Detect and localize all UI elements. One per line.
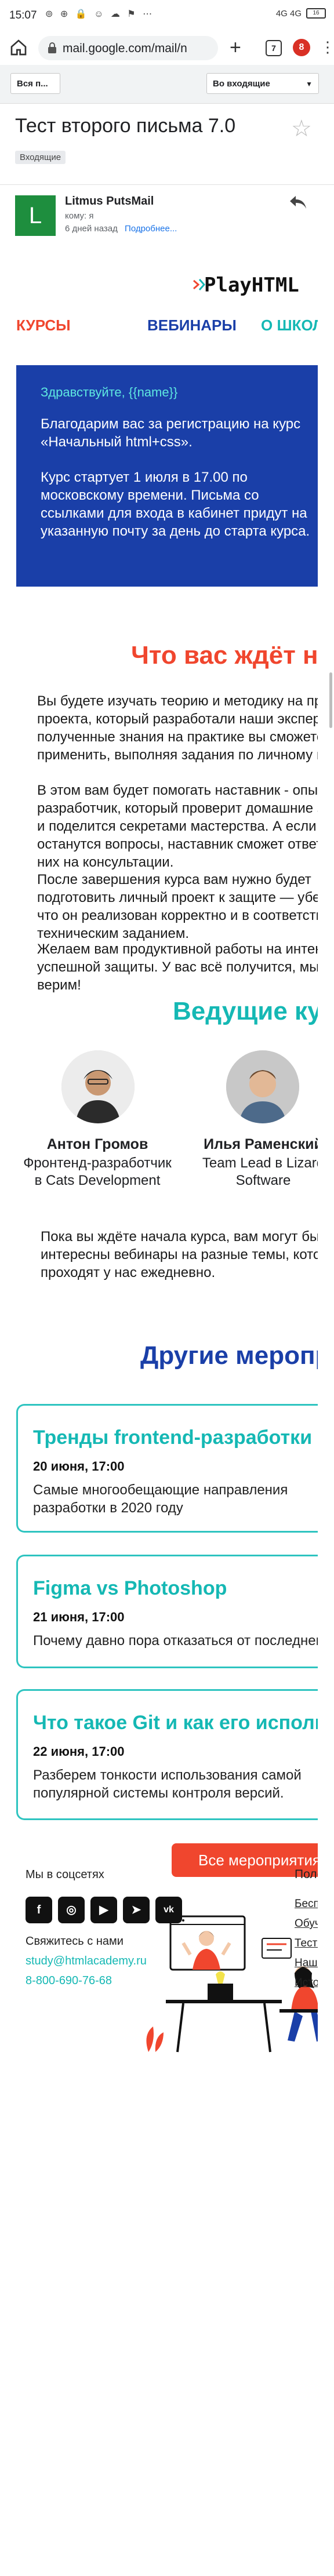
battery-icon: 16 xyxy=(306,8,326,19)
teacher-photo-1 xyxy=(61,1050,135,1123)
useful-links-title: Полезное xyxy=(295,1868,318,1881)
reply-icon[interactable] xyxy=(288,194,308,211)
event-title-2: Figma vs Photoshop xyxy=(33,1577,227,1599)
logo-mark-icon xyxy=(193,279,205,290)
brand-logo[interactable]: PlayHTML xyxy=(204,274,299,297)
new-tab-icon[interactable]: + xyxy=(230,38,241,57)
teacher-photo-2 xyxy=(226,1050,299,1123)
message-subject: Тест второго письма 7.0 xyxy=(15,115,236,137)
expect-paragraph-1: Вы будете изучать теорию и методику на п… xyxy=(37,693,318,763)
event-card-2[interactable]: Figma vs Photoshop 21 июня, 17:00 Почему… xyxy=(16,1555,318,1668)
instagram-icon[interactable]: ◎ xyxy=(58,1897,85,1923)
message-date: 6 дней назад Подробнее... xyxy=(65,224,177,234)
network-indicator: 4G 4G xyxy=(275,8,302,19)
event-title-3: Что такое Git и как его использовать xyxy=(33,1712,318,1734)
nav-courses[interactable]: КУРСЫ xyxy=(16,316,71,334)
nav-webinars[interactable]: ВЕБИНАРЫ xyxy=(147,316,237,334)
teacher-name-2: Илья Раменский xyxy=(204,1136,318,1152)
facebook-icon[interactable]: f xyxy=(26,1897,52,1923)
expect-title: Что вас ждёт на курсе xyxy=(131,641,318,670)
date-text: 6 дней назад xyxy=(65,224,118,234)
event-desc-3: Разберем тонкости использования самой по… xyxy=(33,1767,302,1801)
workspace-illustration-icon xyxy=(146,1915,318,2053)
events-title: Другие мероприятия xyxy=(140,1341,318,1370)
move-to-inbox-label: Во входящие xyxy=(213,79,270,89)
event-card-1[interactable]: Тренды frontend-разработки 20 июня, 17:0… xyxy=(16,1404,318,1533)
expect-paragraph-3: После завершения курса вам нужно будет п… xyxy=(37,872,318,941)
url-text: mail.google.com/mail/n xyxy=(63,42,187,55)
vk-icon[interactable]: vk xyxy=(155,1897,182,1923)
teacher-role-1: Фронтенд-разработчик в Cats Development xyxy=(23,1155,172,1188)
avatar-illustration-icon xyxy=(61,1050,135,1123)
status-right: 4G 4G 16 xyxy=(276,8,326,19)
teacher-role-2: Team Lead в Lizard Software xyxy=(202,1155,318,1188)
sender-avatar: L xyxy=(15,195,56,236)
footer-link-2[interactable]: Обучение xyxy=(295,1918,318,1930)
teachers-title: Ведущие курса xyxy=(173,997,318,1025)
lock-icon xyxy=(48,42,56,53)
hero-block: Здравствуйте, {{name}} Благодарим вас за… xyxy=(16,365,318,587)
status-bar: 15:07 ⊚ ⊕ 🔒 ☺ ☁ ⚑ ⋯ 4G 4G 16 xyxy=(0,0,334,31)
address-bar[interactable]: mail.google.com/mail/n xyxy=(38,36,218,60)
gmail-toolbar: Вся п... Во входящие ▼ xyxy=(0,65,334,104)
details-link[interactable]: Подробнее... xyxy=(125,224,177,234)
tab-switcher-button[interactable]: 7 xyxy=(266,40,282,56)
social-title: Мы в соцсетях xyxy=(26,1868,104,1881)
clock: 15:07 xyxy=(9,9,37,21)
extension-badge[interactable]: 8 xyxy=(293,39,310,56)
youtube-icon[interactable]: ▶ xyxy=(90,1897,117,1923)
recipient-line: кому: я xyxy=(65,211,94,221)
browser-toolbar: mail.google.com/mail/n + 7 8 ⋮ xyxy=(0,31,334,65)
event-desc-2: Почему давно пора отказаться от последне… xyxy=(33,1633,318,1649)
expect-paragraph-4: Желаем вам продуктивной работы на интенс… xyxy=(37,941,318,993)
more-menu-icon[interactable]: ⋮ xyxy=(320,39,334,54)
event-title-1: Тренды frontend-разработки xyxy=(33,1427,313,1449)
event-desc-1: Самые многообещающие направления разрабо… xyxy=(33,1482,288,1516)
teacher-name-1: Антон Громов xyxy=(46,1136,148,1152)
event-date-1: 20 июня, 17:00 xyxy=(33,1459,125,1473)
divider xyxy=(0,184,334,185)
folder-button[interactable]: Вся п... xyxy=(10,73,60,94)
sender-name: Litmus PutsMail xyxy=(65,195,154,208)
label-chip[interactable]: Входящие xyxy=(15,151,66,164)
move-to-inbox-button[interactable]: Во входящие ▼ xyxy=(206,73,319,94)
event-card-3[interactable]: Что такое Git и как его использовать 22 … xyxy=(16,1689,318,1820)
star-icon[interactable]: ☆ xyxy=(291,117,312,140)
nav-about[interactable]: О ШКОЛЕ xyxy=(261,316,318,334)
email-body: PlayHTML КУРСЫ ВЕБИНАРЫ О ШКОЛЕ Здравств… xyxy=(15,243,318,2446)
telegram-icon[interactable]: ➤ xyxy=(123,1897,150,1923)
avatar-illustration-icon xyxy=(226,1050,299,1123)
home-icon[interactable] xyxy=(9,38,28,57)
hero-paragraph-2: Курс стартует 1 июля в 17.00 по московск… xyxy=(41,470,310,539)
page-scrollbar[interactable] xyxy=(329,672,332,728)
footer-link-1[interactable]: Бесплатные xyxy=(295,1898,318,1911)
chevron-down-icon: ▼ xyxy=(306,80,313,88)
expect-paragraph-2: В этом вам будет помогать наставник - оп… xyxy=(37,783,318,870)
footer-link-5[interactable]: История xyxy=(295,1977,318,1989)
event-date-3: 22 июня, 17:00 xyxy=(33,1744,125,1759)
footer-link-3[interactable]: Тесты xyxy=(295,1937,318,1950)
contact-title: Свяжитесь с нами xyxy=(26,1935,124,1948)
contact-email-link[interactable]: study@htmlacademy.ru xyxy=(26,1955,147,1968)
event-date-2: 21 июня, 17:00 xyxy=(33,1610,125,1624)
teachers-note: Пока вы ждёте начала курса, вам могут бы… xyxy=(41,1229,318,1280)
contact-phone-link[interactable]: 8-800-690-76-68 xyxy=(26,1974,112,1988)
hero-paragraph-1: Благодарим вас за регистрацию на курс «Н… xyxy=(41,416,301,450)
notification-icons: ⊚ ⊕ 🔒 ☺ ☁ ⚑ ⋯ xyxy=(45,9,155,19)
footer-link-4[interactable]: Наши xyxy=(295,1957,318,1970)
greeting: Здравствуйте, {{name}} xyxy=(41,385,178,399)
